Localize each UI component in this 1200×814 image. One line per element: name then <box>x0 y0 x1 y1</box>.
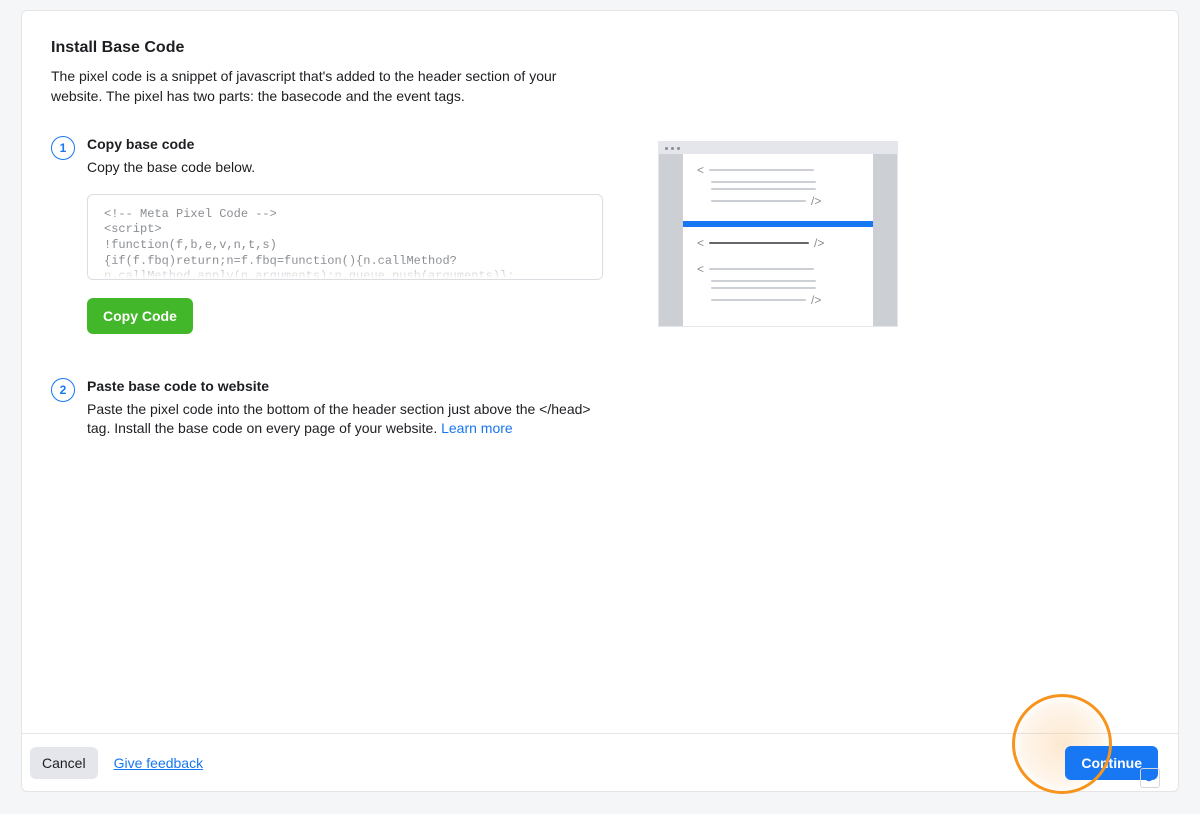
step-2-desc-text: Paste the pixel code into the bottom of … <box>87 401 591 437</box>
step-2-title: Paste base code to website <box>87 378 603 394</box>
step-1-title: Copy base code <box>87 136 603 152</box>
step-1-desc: Copy the base code below. <box>87 158 603 178</box>
pixel-code-box[interactable]: <!-- Meta Pixel Code --> <script> !funct… <box>87 194 603 280</box>
copy-code-button[interactable]: Copy Code <box>87 298 193 334</box>
step-number-badge: 2 <box>51 378 75 402</box>
cancel-button[interactable]: Cancel <box>30 747 98 779</box>
learn-more-link[interactable]: Learn more <box>441 420 513 436</box>
page-description: The pixel code is a snippet of javascrip… <box>51 67 611 106</box>
refresh-icon[interactable]: ⟳ <box>1140 768 1160 788</box>
give-feedback-link[interactable]: Give feedback <box>114 755 204 771</box>
header-placement-illustration: < /> </> < /> <box>658 141 898 331</box>
modal-footer: Cancel Give feedback Continue <box>22 733 1178 791</box>
step-2-desc: Paste the pixel code into the bottom of … <box>87 400 603 439</box>
modal-content: Install Base Code The pixel code is a sn… <box>22 11 1178 733</box>
step-1: 1 Copy base code Copy the base code belo… <box>51 136 603 362</box>
step-2: 2 Paste base code to website Paste the p… <box>51 378 603 439</box>
step-number-badge: 1 <box>51 136 75 160</box>
page-title: Install Base Code <box>51 39 1149 57</box>
install-base-code-modal: Install Base Code The pixel code is a sn… <box>21 10 1179 792</box>
